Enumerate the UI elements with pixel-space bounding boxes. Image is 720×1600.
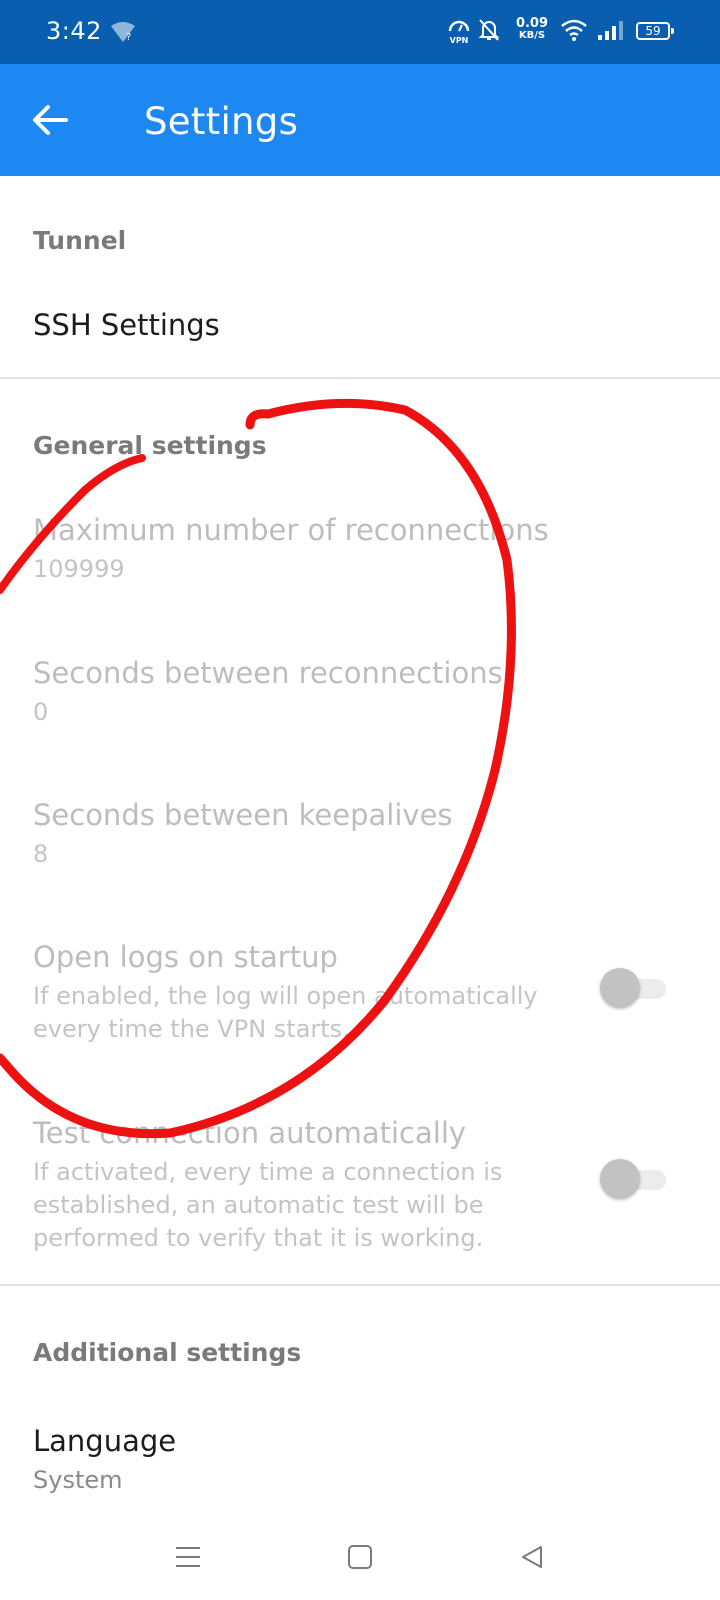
- open-logs-summary-line-1: If enabled, the log will open automatica…: [33, 982, 538, 1010]
- open-logs-toggle[interactable]: [600, 968, 666, 1008]
- svg-text:VPN: VPN: [450, 36, 469, 44]
- page-title: Settings: [144, 100, 299, 143]
- section-header-general: General settings: [33, 431, 267, 460]
- ssh-settings-item[interactable]: SSH Settings: [0, 286, 720, 376]
- vpn-icon: VPN: [447, 18, 471, 48]
- language-value: System: [33, 1466, 123, 1494]
- bell-off-icon: [478, 18, 500, 46]
- open-logs-item[interactable]: Open logs on startup If enabled, the log…: [0, 928, 720, 1058]
- test-connection-summary-line-1: If activated, every time a connection is: [33, 1158, 503, 1186]
- back-button[interactable]: [22, 92, 78, 148]
- open-logs-title: Open logs on startup: [33, 940, 338, 974]
- seconds-keepalives-value: 8: [33, 840, 49, 868]
- triangle-back-icon: [522, 1546, 542, 1568]
- open-logs-summary-line-2: every time the VPN starts.: [33, 1015, 350, 1043]
- status-time: 3:42: [46, 17, 102, 45]
- max-reconnections-item[interactable]: Maximum number of reconnections 109999: [0, 501, 720, 621]
- toggle-thumb: [600, 1159, 640, 1199]
- system-nav-bar: [0, 1510, 720, 1600]
- settings-list[interactable]: Tunnel SSH Settings General settings Max…: [0, 176, 720, 1510]
- seconds-keepalives-item[interactable]: Seconds between keepalives 8: [0, 786, 720, 906]
- language-item[interactable]: Language System: [0, 1404, 720, 1510]
- network-speed-unit: KB/S: [518, 30, 546, 41]
- max-reconnections-value: 109999: [33, 555, 125, 583]
- arrow-left-icon: [33, 105, 68, 135]
- divider: [0, 1284, 720, 1286]
- wifi-question-icon: ?: [110, 20, 136, 44]
- section-header-additional: Additional settings: [33, 1338, 302, 1367]
- square-icon: [348, 1545, 372, 1569]
- test-connection-title: Test connection automatically: [33, 1116, 467, 1150]
- battery-icon: 59: [636, 22, 674, 40]
- battery-level: 59: [645, 24, 661, 38]
- seconds-keepalives-title: Seconds between keepalives: [33, 798, 453, 832]
- ssh-settings-label: SSH Settings: [33, 308, 220, 342]
- seconds-reconnections-item[interactable]: Seconds between reconnections 0: [0, 644, 720, 764]
- language-title: Language: [33, 1424, 177, 1458]
- divider: [0, 377, 720, 379]
- nav-back-button[interactable]: [507, 1532, 557, 1582]
- signal-icon: [596, 18, 624, 46]
- max-reconnections-title: Maximum number of reconnections: [33, 513, 549, 547]
- test-connection-toggle[interactable]: [600, 1159, 666, 1199]
- network-speed-value: 0.09: [515, 16, 549, 31]
- app-bar: Settings: [0, 64, 720, 176]
- network-speed: 0.09 KB/S: [515, 16, 549, 42]
- test-connection-summary-line-3: performed to verify that it is working.: [33, 1224, 484, 1252]
- nav-home-button[interactable]: [335, 1532, 385, 1582]
- nav-recents-button[interactable]: [163, 1532, 213, 1582]
- seconds-reconnections-title: Seconds between reconnections: [33, 656, 503, 690]
- status-bar: 3:42 ? VPN 0.09 KB/S 59: [0, 0, 720, 64]
- wifi-icon: [560, 18, 588, 46]
- menu-lines-icon: [176, 1547, 200, 1567]
- svg-text:?: ?: [126, 32, 131, 43]
- section-header-tunnel: Tunnel: [33, 226, 127, 255]
- test-connection-summary-line-2: established, an automatic test will be: [33, 1191, 484, 1219]
- toggle-thumb: [600, 968, 640, 1008]
- seconds-reconnections-value: 0: [33, 698, 49, 726]
- test-connection-item[interactable]: Test connection automatically If activat…: [0, 1104, 720, 1264]
